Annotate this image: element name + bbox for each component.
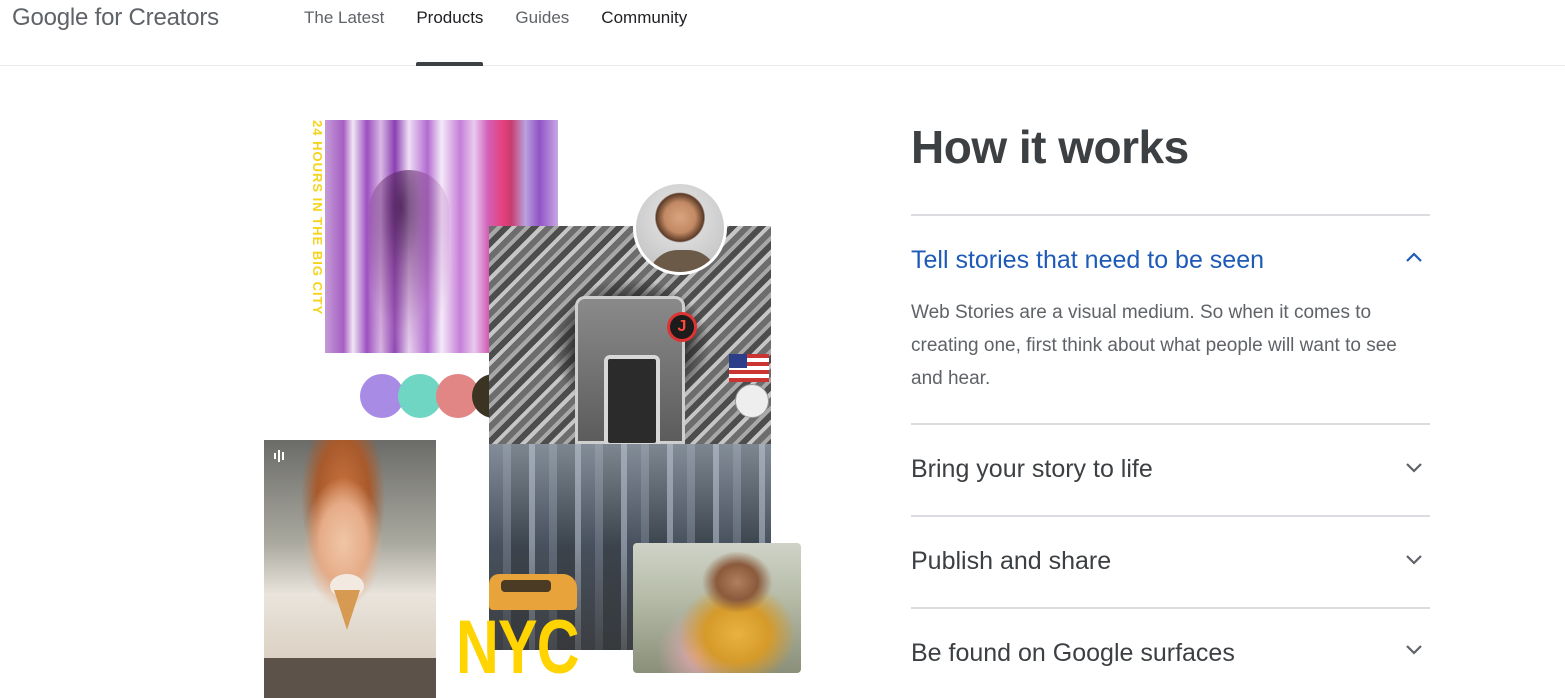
ice-cream-woman-image: [264, 440, 436, 698]
nav-item-the-latest[interactable]: The Latest: [288, 0, 400, 66]
site-logo[interactable]: Google for Creators: [12, 4, 219, 32]
chevron-down-icon[interactable]: [1404, 549, 1424, 569]
accordion-body: Web Stories are a visual medium. So when…: [911, 302, 1397, 389]
j-line-badge: J: [667, 312, 697, 342]
us-flag-icon: [729, 354, 769, 382]
story-collage: 24 HOURS IN THE BIG CITY J NYC: [0, 66, 860, 698]
main-nav: The Latest Products Guides Community: [288, 0, 703, 66]
chevron-down-icon[interactable]: [1404, 639, 1424, 659]
color-swatches: [360, 374, 516, 420]
silhouette-figure: [369, 170, 449, 353]
woman-top: [264, 658, 436, 698]
father-daughter-image: [633, 543, 801, 673]
nav-item-guides[interactable]: Guides: [499, 0, 585, 66]
nyc-text: NYC: [456, 605, 580, 690]
creator-avatar: [633, 181, 727, 275]
accordion-title[interactable]: Be found on Google surfaces: [911, 639, 1235, 668]
audio-icon: [272, 448, 288, 464]
section-heading: How it works: [911, 121, 1189, 173]
accordion-item-publish: Publish and share: [911, 515, 1430, 607]
vertical-caption: 24 HOURS IN THE BIG CITY: [310, 120, 325, 316]
train-door: [604, 355, 660, 444]
chevron-down-icon[interactable]: [1404, 457, 1424, 477]
subway-train-image: J: [489, 226, 771, 444]
site-header: Google for Creators The Latest Products …: [0, 0, 1565, 66]
accordion-item-bring-story: Bring your story to life: [911, 423, 1430, 515]
nav-item-community[interactable]: Community: [585, 0, 703, 66]
accordion-title[interactable]: Publish and share: [911, 547, 1111, 576]
ice-cream-cone: [334, 590, 360, 630]
accordion-item-be-found: Be found on Google surfaces: [911, 607, 1430, 698]
accordion-title[interactable]: Tell stories that need to be seen: [911, 246, 1264, 275]
accordion-item-tell-stories: Tell stories that need to be seen Web St…: [911, 214, 1430, 424]
accordion-title[interactable]: Bring your story to life: [911, 455, 1153, 484]
nav-item-products[interactable]: Products: [400, 0, 499, 66]
chevron-up-icon[interactable]: [1404, 248, 1424, 268]
avatar-shirt: [648, 250, 718, 272]
mta-logo-icon: [735, 384, 769, 418]
